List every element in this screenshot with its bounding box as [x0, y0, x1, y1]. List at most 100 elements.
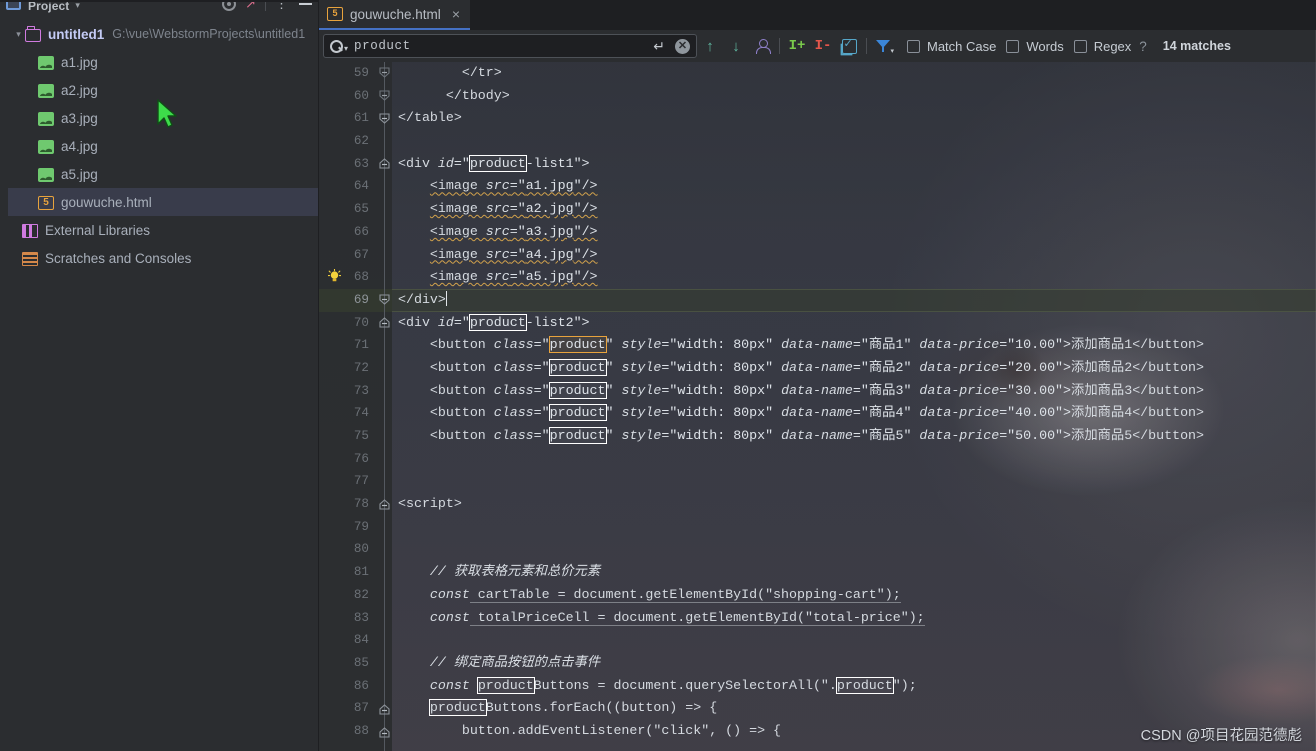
code-line-78[interactable]: <script> — [398, 493, 1316, 516]
regex-checkbox[interactable]: Regex — [1073, 38, 1132, 54]
code-line-85[interactable]: // 绑定商品按钮的点击事件 — [398, 652, 1316, 675]
chevron-expanded-icon[interactable]: ▾ — [12, 29, 25, 40]
code-line-72[interactable]: <button class="product" style="width: 80… — [398, 357, 1316, 380]
code-token: " — [605, 382, 622, 398]
code-text-area[interactable]: </tr> </tbody> </table> <div id="product… — [392, 62, 1316, 751]
code-line-60[interactable]: </tbody> — [398, 85, 1316, 108]
line-number-gutter: 59 60 61 62 63 64 65 66 67 68 69 70 71 7… — [318, 62, 378, 751]
close-icon[interactable]: × — [452, 6, 460, 22]
code-line-66[interactable]: <image src="a3.jpg"/> — [398, 221, 1316, 244]
tree-row-project-root[interactable]: ▾ untitled1 G:\vue\WebstormProjects\unti… — [0, 20, 318, 48]
tab-gouwuche-html[interactable]: 5 gouwuche.html × — [318, 0, 470, 30]
line-number: 62 — [353, 134, 369, 149]
fold-marker-collapse[interactable] — [378, 113, 391, 126]
code-line-87[interactable]: productButtons.forEach((button) => { — [398, 697, 1316, 720]
search-input[interactable]: ▾ product ↵ ✕ — [323, 34, 697, 58]
code-line-75[interactable]: <button class="product" style="width: 80… — [398, 425, 1316, 448]
tree-row-scratches-consoles[interactable]: Scratches and Consoles — [0, 244, 318, 272]
code-token: class — [493, 405, 534, 421]
find-next-button[interactable]: ↓ — [723, 33, 749, 59]
code-line-61[interactable]: </table> — [398, 107, 1316, 130]
code-line-77[interactable] — [398, 470, 1316, 493]
code-comment: // 获取表格元素和总价元素 — [429, 564, 601, 580]
fold-marker-collapse[interactable] — [378, 67, 391, 80]
code-line-84[interactable] — [398, 629, 1316, 652]
tree-row-a3-jpg[interactable]: a3.jpg — [0, 104, 318, 132]
close-icon[interactable]: ✕ — [675, 38, 690, 54]
select-all-occurrences-button[interactable] — [836, 33, 862, 59]
fold-marker-collapse[interactable] — [378, 294, 391, 307]
code-token: ="10.00"> — [999, 337, 1072, 353]
code-token: </button> — [1132, 405, 1205, 421]
tree-row-external-libraries[interactable]: External Libraries — [0, 216, 318, 244]
line-number: 71 — [353, 338, 369, 353]
code-line-82[interactable]: const cartTable = document.getElementByI… — [398, 584, 1316, 607]
fold-marker-expand[interactable] — [378, 727, 391, 740]
list-item-label: gouwuche.html — [61, 194, 152, 210]
line-number: 75 — [353, 429, 369, 443]
code-line-63[interactable]: <div id="product-list1"> — [398, 153, 1316, 176]
find-toolbar: ▾ product ↵ ✕ ↑ ↓ I+ I- ✓ ▾ Match Case W… — [318, 30, 1316, 62]
code-line-76[interactable] — [398, 448, 1316, 471]
code-line-69[interactable]: </div> — [398, 289, 1316, 312]
code-line-68[interactable]: <image src="a5.jpg"/> — [398, 266, 1316, 289]
code-line-71[interactable]: <button class="product" style="width: 80… — [398, 334, 1316, 357]
find-in-scope-button[interactable] — [749, 33, 775, 59]
image-file-icon — [38, 111, 54, 126]
words-label: Words — [1026, 38, 1064, 54]
code-token: ="width: 80px" — [661, 405, 782, 421]
fold-marker-expand[interactable] — [378, 317, 391, 330]
words-checkbox[interactable]: Words — [1006, 38, 1064, 54]
code-line-62[interactable] — [398, 130, 1316, 153]
sidebar-top-strip — [0, 0, 318, 2]
fold-marker-expand[interactable] — [378, 499, 391, 512]
tree-row-a5-jpg[interactable]: a5.jpg — [0, 160, 318, 188]
code-token: Buttons.forEach((button) => { — [485, 700, 718, 716]
code-line-74[interactable]: <button class="product" style="width: 80… — [398, 402, 1316, 425]
code-line-64[interactable]: <image src="a1.jpg"/> — [398, 175, 1316, 198]
code-line-67[interactable]: <image src="a4.jpg"/> — [398, 244, 1316, 267]
remove-selection-button[interactable]: I- — [810, 33, 836, 59]
code-token: -list2"> — [525, 314, 590, 330]
code-line-59[interactable]: </tr> — [398, 62, 1316, 85]
code-token: data-price — [919, 382, 1000, 398]
minimize-icon[interactable] — [299, 3, 312, 5]
html5-file-icon: 5 — [38, 195, 54, 210]
code-folding-strip[interactable] — [378, 62, 392, 751]
tree-row-a4-jpg[interactable]: a4.jpg — [0, 132, 318, 160]
fold-marker-expand[interactable] — [378, 704, 391, 717]
match-case-checkbox[interactable]: Match Case — [907, 39, 996, 54]
tree-row-a1-jpg[interactable]: a1.jpg — [0, 48, 318, 76]
add-selection-button[interactable]: I+ — [784, 33, 810, 59]
code-keyword: const — [429, 677, 470, 693]
code-token: data-name — [781, 428, 853, 443]
code-line-83[interactable]: const totalPriceCell = document.getEleme… — [398, 607, 1316, 630]
find-previous-button[interactable]: ↑ — [697, 33, 723, 59]
code-token: <button — [429, 359, 494, 375]
code-editor[interactable]: 59 60 61 62 63 64 65 66 67 68 69 70 71 7… — [318, 62, 1316, 751]
code-token: data-name — [781, 405, 853, 421]
code-token: src — [485, 223, 510, 239]
code-line-86[interactable]: const productButtons = document.querySel… — [398, 675, 1316, 698]
help-icon[interactable]: ? — [1139, 39, 1147, 54]
code-line-80[interactable] — [398, 538, 1316, 561]
tree-row-gouwuche-html[interactable]: 5 gouwuche.html — [0, 188, 318, 216]
code-token: =" — [509, 223, 526, 239]
search-match: product — [548, 358, 607, 376]
lightbulb-icon[interactable] — [328, 269, 341, 284]
code-token: <image — [429, 178, 486, 194]
fold-marker-expand[interactable] — [378, 158, 391, 171]
code-line-70[interactable]: <div id="product-list2"> — [398, 312, 1316, 335]
code-token: " — [605, 428, 622, 443]
search-history-caret-icon[interactable]: ▾ — [344, 44, 348, 53]
code-line-65[interactable]: <image src="a2.jpg"/> — [398, 198, 1316, 221]
code-line-81[interactable]: // 获取表格元素和总价元素 — [398, 561, 1316, 584]
sidebar-editor-splitter[interactable] — [318, 0, 319, 751]
fold-marker-collapse[interactable] — [378, 90, 391, 103]
code-line-73[interactable]: <button class="product" style="width: 80… — [398, 380, 1316, 403]
enter-icon[interactable]: ↵ — [653, 38, 665, 55]
filter-button[interactable]: ▾ — [871, 33, 897, 59]
code-line-79[interactable] — [398, 516, 1316, 539]
regex-label: Regex — [1093, 38, 1132, 54]
tree-row-a2-jpg[interactable]: a2.jpg — [0, 76, 318, 104]
